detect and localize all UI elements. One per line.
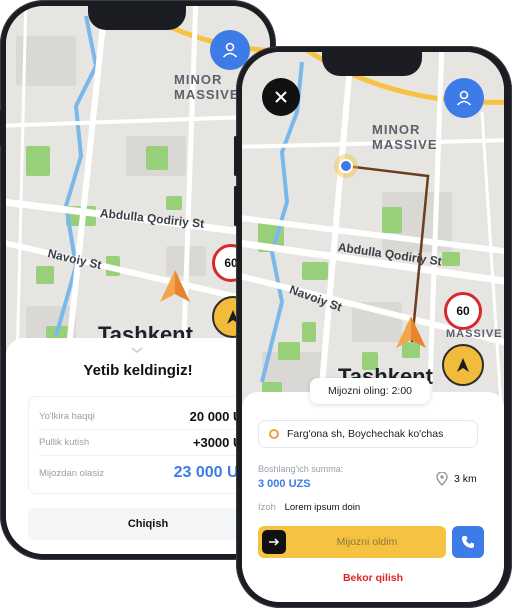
slider-label: Mijozni oldim bbox=[336, 536, 398, 548]
front-speed-limit-value: 60 bbox=[456, 304, 470, 318]
back-vehicle-arrow-icon bbox=[160, 270, 190, 302]
distance-value: 3 km bbox=[454, 473, 477, 485]
cancel-button-label: Bekor qilish bbox=[342, 572, 404, 584]
collect-row: Mijozdan olasiz 23 000 UZS bbox=[29, 459, 269, 487]
fare-label: Yo'lkira haqqi bbox=[39, 410, 95, 422]
user-icon bbox=[456, 90, 472, 106]
cancel-button[interactable]: Bekor qilish bbox=[242, 572, 504, 584]
address-field[interactable]: Farg'ona sh, Boychechak ko'chas bbox=[258, 420, 478, 448]
front-speed-limit-sign: 60 bbox=[444, 292, 482, 330]
close-button[interactable] bbox=[262, 78, 300, 116]
back-map-district: MINOR MASSIVE bbox=[174, 72, 240, 102]
front-navigate-button[interactable] bbox=[442, 344, 484, 386]
pickup-slider[interactable]: Mijozni oldim bbox=[258, 526, 446, 558]
location-pin-icon bbox=[436, 472, 448, 486]
pickup-timer-badge: Mijozni oling: 2:00 bbox=[310, 378, 430, 404]
driver-location-marker bbox=[334, 154, 358, 178]
close-icon bbox=[275, 91, 287, 103]
back-phone-screen: MINOR MASSIVE Abdulla Qodiriy St Navoiy … bbox=[6, 6, 270, 554]
front-map-district: MINOR MASSIVE bbox=[372, 122, 438, 152]
front-phone-screen: MINOR MASSIVE Abdulla Qodiriy St Navoiy … bbox=[242, 52, 504, 602]
note-row: Izoh Lorem ipsum doin bbox=[258, 502, 360, 513]
front-vehicle-arrow-icon bbox=[396, 316, 426, 348]
note-value: Lorem ipsum doin bbox=[284, 502, 361, 513]
slider-handle[interactable] bbox=[262, 530, 286, 554]
note-label: Izoh bbox=[258, 502, 276, 513]
address-dot-icon bbox=[269, 429, 279, 439]
address-text: Farg'ona sh, Boychechak ko'chas bbox=[287, 428, 444, 440]
collect-label: Mijozdan olasiz bbox=[39, 467, 104, 479]
call-button[interactable] bbox=[452, 526, 484, 558]
paid-waiting-row: Pullik kutish +3000 UZS bbox=[29, 431, 269, 453]
arrival-sheet: Yetib keldingiz! Yo'lkira haqqi 20 000 U… bbox=[6, 338, 270, 554]
pickup-timer-text: Mijozni oling: 2:00 bbox=[327, 385, 413, 397]
front-phone: MINOR MASSIVE Abdulla Qodiriy St Navoiy … bbox=[234, 46, 512, 608]
front-phone-notch bbox=[322, 52, 422, 76]
back-phone-notch bbox=[88, 6, 186, 30]
user-icon bbox=[222, 42, 238, 58]
paid-waiting-label: Pullik kutish bbox=[39, 436, 90, 448]
fare-row: Yo'lkira haqqi 20 000 UZS bbox=[29, 405, 269, 427]
phone-icon bbox=[462, 536, 474, 548]
arrival-title: Yetib keldingiz! bbox=[83, 362, 193, 379]
back-phone: MINOR MASSIVE Abdulla Qodiriy St Navoiy … bbox=[0, 0, 276, 560]
distance-info: 3 km bbox=[436, 472, 477, 486]
navigation-arrow-icon bbox=[457, 358, 469, 372]
sheet-handle-chevron-icon bbox=[131, 347, 143, 354]
front-map-massive2: MASSIVE bbox=[446, 328, 503, 340]
fare-summary-card: Yo'lkira haqqi 20 000 UZS Pullik kutish … bbox=[28, 396, 270, 494]
front-profile-button[interactable] bbox=[444, 78, 484, 118]
exit-button-label: Chiqish bbox=[127, 518, 169, 530]
start-sum-value: 3 000 UZS bbox=[258, 478, 311, 490]
start-sum-label: Boshlang'ich summa: bbox=[258, 464, 344, 474]
exit-button[interactable]: Chiqish bbox=[28, 508, 268, 540]
order-sheet: Farg'ona sh, Boychechak ko'chas Boshlang… bbox=[242, 392, 504, 602]
arrow-right-icon bbox=[269, 538, 280, 546]
